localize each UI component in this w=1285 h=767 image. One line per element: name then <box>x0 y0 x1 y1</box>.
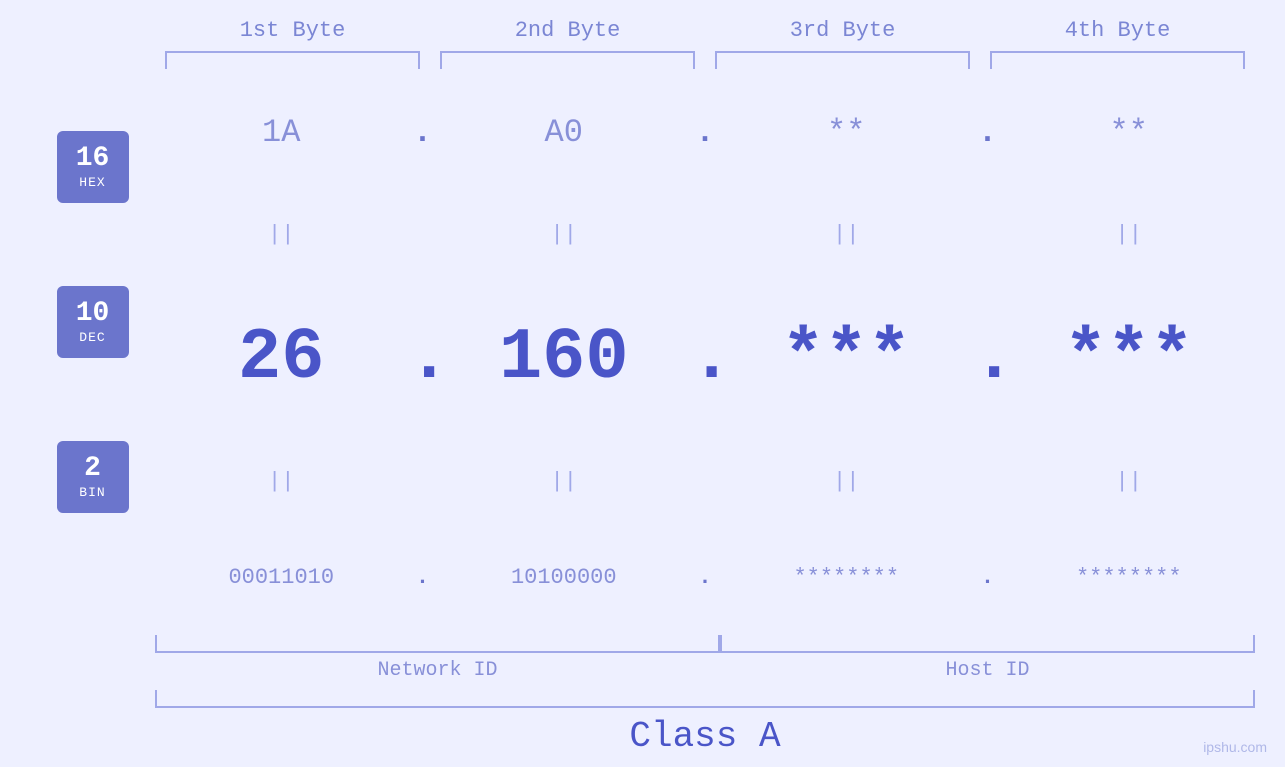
content-area: 16 HEX 10 DEC 2 BIN 1A . A0 <box>0 79 1285 635</box>
bin-byte1-value: 00011010 <box>228 565 334 590</box>
hex-badge-label: HEX <box>79 175 105 190</box>
byte3-header: 3rd Byte <box>705 18 980 43</box>
bin-badge-number: 2 <box>84 454 101 485</box>
bin-dot3: . <box>973 565 1003 590</box>
hex-badge: 16 HEX <box>57 131 129 203</box>
top-bracket-row <box>155 51 1255 69</box>
hex-byte3-cell: ** <box>720 114 973 151</box>
hex-row: 1A . A0 . ** . ** <box>155 114 1255 151</box>
dec-badge-number: 10 <box>76 299 110 330</box>
bracket-byte2 <box>440 51 695 69</box>
equals-row-2: || || || || <box>155 469 1255 494</box>
dec-byte3-cell: *** <box>720 317 973 399</box>
dec-row: 26 . 160 . *** . *** <box>155 317 1255 399</box>
bracket-byte1 <box>165 51 420 69</box>
eq2-sym3: || <box>833 469 859 494</box>
dec-byte3-value: *** <box>781 317 911 399</box>
main-bracket <box>155 690 1255 708</box>
dec-byte4-cell: *** <box>1003 317 1256 399</box>
bin-dot1: . <box>408 565 438 590</box>
hex-dot2: . <box>690 114 720 151</box>
eq2-cell1: || <box>155 469 408 494</box>
eq2-sym4: || <box>1116 469 1142 494</box>
bin-badge: 2 BIN <box>57 441 129 513</box>
dec-dot2: . <box>690 317 720 399</box>
host-id-label: Host ID <box>720 659 1255 682</box>
byte4-header: 4th Byte <box>980 18 1255 43</box>
bin-dot2: . <box>690 565 720 590</box>
dec-byte1-value: 26 <box>238 317 324 399</box>
hex-dot1: . <box>408 114 438 151</box>
dec-dot3: . <box>973 317 1003 399</box>
eq2-cell2: || <box>438 469 691 494</box>
eq2-sym1: || <box>268 469 294 494</box>
eq1-sym2: || <box>551 222 577 247</box>
byte1-header: 1st Byte <box>155 18 430 43</box>
watermark: ipshu.com <box>1203 739 1267 755</box>
dec-badge-label: DEC <box>79 330 105 345</box>
hex-byte2-value: A0 <box>545 114 583 151</box>
hex-byte1-value: 1A <box>262 114 300 151</box>
eq1-sym4: || <box>1116 222 1142 247</box>
hex-badge-number: 16 <box>76 144 110 175</box>
dec-dot1: . <box>408 317 438 399</box>
main-container: 1st Byte 2nd Byte 3rd Byte 4th Byte 16 H… <box>0 0 1285 767</box>
hex-byte4-value: ** <box>1110 114 1148 151</box>
class-label: Class A <box>155 716 1255 767</box>
rows-container: 1A . A0 . ** . ** || <box>155 79 1255 635</box>
bracket-byte4 <box>990 51 1245 69</box>
dec-byte2-cell: 160 <box>438 317 691 399</box>
bin-byte3-value: ******** <box>793 565 899 590</box>
eq2-sym2: || <box>551 469 577 494</box>
hex-dot3: . <box>973 114 1003 151</box>
network-bracket <box>155 635 720 653</box>
dec-byte2-value: 160 <box>499 317 629 399</box>
hex-byte3-value: ** <box>827 114 865 151</box>
eq1-sym3: || <box>833 222 859 247</box>
eq1-cell3: || <box>720 222 973 247</box>
hex-byte2-cell: A0 <box>438 114 691 151</box>
host-bracket <box>720 635 1255 653</box>
eq1-cell4: || <box>1003 222 1256 247</box>
bin-byte2-cell: 10100000 <box>438 565 691 590</box>
eq1-cell1: || <box>155 222 408 247</box>
bin-badge-label: BIN <box>79 485 105 500</box>
badges-column: 16 HEX 10 DEC 2 BIN <box>0 79 155 635</box>
bin-byte2-value: 10100000 <box>511 565 617 590</box>
byte-headers: 1st Byte 2nd Byte 3rd Byte 4th Byte <box>155 0 1255 43</box>
id-labels: Network ID Host ID <box>155 659 1255 682</box>
network-id-label: Network ID <box>155 659 720 682</box>
eq2-cell4: || <box>1003 469 1256 494</box>
bin-byte1-cell: 00011010 <box>155 565 408 590</box>
eq1-sym1: || <box>268 222 294 247</box>
dec-badge: 10 DEC <box>57 286 129 358</box>
eq2-cell3: || <box>720 469 973 494</box>
bottom-brackets <box>155 635 1255 653</box>
bottom-section: Network ID Host ID Class A <box>155 635 1255 767</box>
byte2-header: 2nd Byte <box>430 18 705 43</box>
bin-byte3-cell: ******** <box>720 565 973 590</box>
bin-byte4-value: ******** <box>1076 565 1182 590</box>
dec-byte1-cell: 26 <box>155 317 408 399</box>
hex-byte4-cell: ** <box>1003 114 1256 151</box>
equals-row-1: || || || || <box>155 222 1255 247</box>
bracket-byte3 <box>715 51 970 69</box>
dec-byte4-value: *** <box>1064 317 1194 399</box>
hex-byte1-cell: 1A <box>155 114 408 151</box>
eq1-cell2: || <box>438 222 691 247</box>
bin-byte4-cell: ******** <box>1003 565 1256 590</box>
bin-row: 00011010 . 10100000 . ******** . *******… <box>155 565 1255 590</box>
